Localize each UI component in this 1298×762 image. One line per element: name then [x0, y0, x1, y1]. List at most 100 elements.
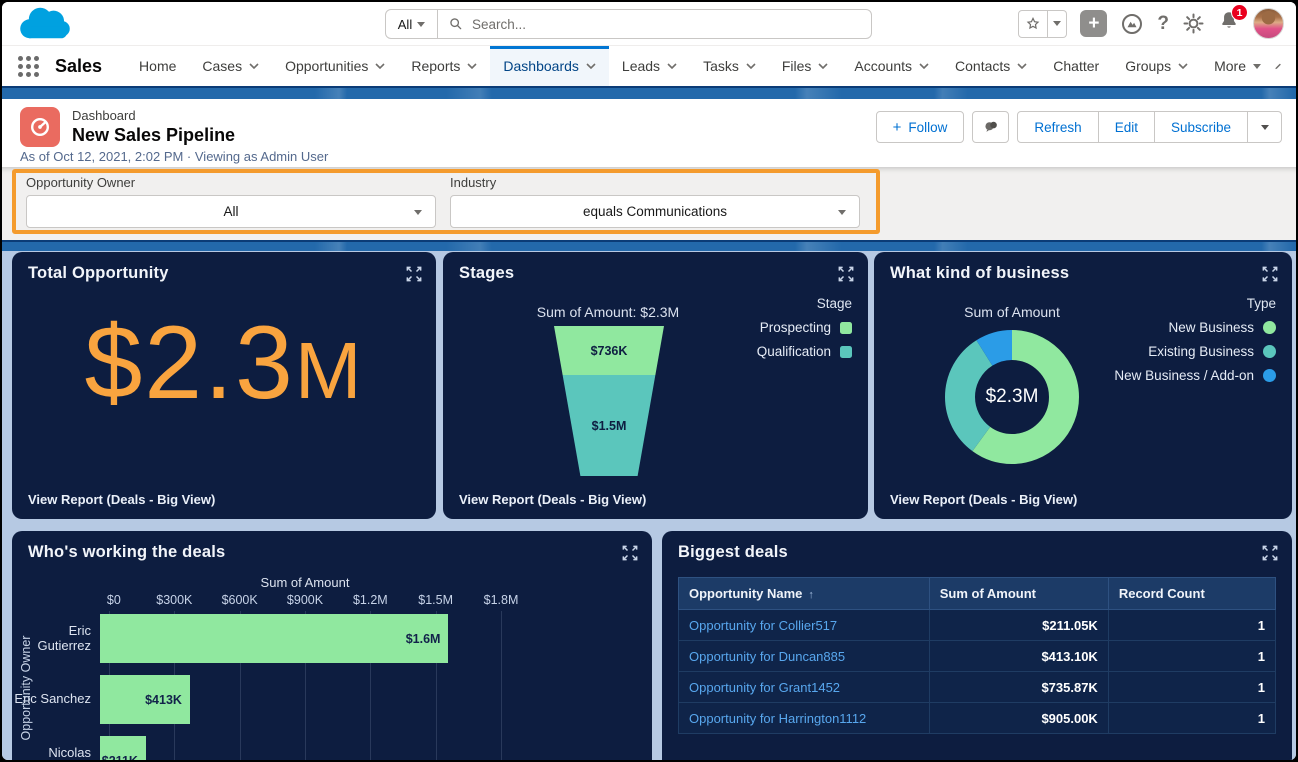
sort-ascending-icon: ↑ [808, 589, 814, 601]
tab-contacts[interactable]: Contacts [942, 46, 1040, 86]
stages-legend: Stage Prospecting Qualification [757, 296, 852, 359]
dashboard-header: Dashboard New Sales Pipeline As of Oct 1… [2, 99, 1296, 167]
opportunity-link[interactable]: Opportunity for Grant1452 [689, 680, 840, 695]
theme-banner [2, 240, 1296, 251]
notification-count-badge: 1 [1231, 4, 1248, 21]
table-row: Opportunity for Collier517 $211.05K 1 [679, 610, 1276, 641]
amount-cell: $905.00K [929, 703, 1108, 734]
tab-cases[interactable]: Cases [189, 46, 272, 86]
notifications-button[interactable]: 1 [1218, 10, 1240, 37]
chatter-feed-button[interactable] [972, 111, 1009, 143]
expand-icon[interactable] [836, 264, 856, 284]
filter-industry: Industry equals Communications [450, 175, 860, 228]
widget-whos-working-the-deals: Who's working the deals Sum of Amount $0… [12, 531, 652, 762]
chevron-down-icon [375, 63, 385, 69]
follow-button[interactable]: + Follow [876, 111, 965, 143]
widget-stages: Stages Sum of Amount: $2.3M $736K $1.5M … [443, 252, 868, 519]
theme-banner [2, 86, 1296, 99]
favorites-dropdown-button[interactable] [1048, 10, 1067, 38]
search-input[interactable] [472, 17, 861, 32]
subscribe-button[interactable]: Subscribe [1155, 111, 1248, 143]
refresh-button[interactable]: Refresh [1017, 111, 1098, 143]
guidance-center-icon[interactable] [1120, 12, 1144, 36]
opportunity-owner-select[interactable]: All [26, 195, 436, 228]
view-report-link[interactable]: View Report (Deals - Big View) [459, 492, 646, 507]
more-actions-button[interactable] [1248, 111, 1282, 143]
opportunity-link[interactable]: Opportunity for Collier517 [689, 618, 837, 633]
widget-total-opportunity: Total Opportunity $2.3M View Report (Dea… [12, 252, 436, 519]
legend-title: Type [1114, 296, 1276, 311]
donut-header: Sum of Amount [912, 304, 1112, 320]
expand-icon[interactable] [1260, 264, 1280, 284]
dashboard-canvas: Total Opportunity $2.3M View Report (Dea… [2, 251, 1296, 760]
tab-chatter[interactable]: Chatter [1040, 46, 1112, 86]
tab-leads[interactable]: Leads [609, 46, 690, 86]
bar-row: Nicolas Weaver $211K [12, 736, 492, 762]
tab-opportunities[interactable]: Opportunities [272, 46, 398, 86]
view-report-link[interactable]: View Report (Deals - Big View) [890, 492, 1077, 507]
salesforce-logo-icon[interactable] [16, 4, 74, 44]
bar-eric-gutierrez[interactable]: $1.6M [100, 614, 448, 663]
expand-icon[interactable] [620, 543, 640, 563]
total-opportunity-metric[interactable]: $2.3M [12, 296, 436, 431]
expand-icon[interactable] [1260, 543, 1280, 563]
x-axis-ticks: $0 $300K $600K $900K $1.2M $1.5M $1.8M [109, 593, 501, 608]
chevron-down-icon [417, 22, 425, 27]
caret-down-icon [838, 210, 846, 215]
setup-gear-icon[interactable] [1182, 12, 1205, 35]
filter-label: Industry [450, 175, 860, 190]
tab-reports[interactable]: Reports [398, 46, 490, 86]
filter-value: All [223, 204, 238, 219]
record-count-cell: 1 [1108, 610, 1275, 641]
chevron-down-icon [586, 63, 596, 69]
legend-item: New Business [1114, 320, 1276, 335]
tab-tasks[interactable]: Tasks [690, 46, 769, 86]
help-icon[interactable]: ? [1157, 13, 1169, 35]
column-header-record-count[interactable]: Record Count [1108, 578, 1275, 610]
industry-select[interactable]: equals Communications [450, 195, 860, 228]
tab-more[interactable]: More [1201, 46, 1274, 86]
business-donut-chart: $2.3M [937, 322, 1087, 472]
bar-eric-sanchez[interactable]: $413K [100, 675, 190, 724]
view-report-link[interactable]: View Report (Deals - Big View) [28, 492, 215, 507]
bar-nicolas-weaver[interactable]: $211K [100, 736, 146, 762]
chevron-down-icon [1053, 21, 1061, 26]
user-avatar[interactable] [1253, 8, 1284, 39]
amount-cell: $211.05K [929, 610, 1108, 641]
search-scope-dropdown[interactable]: All [386, 10, 438, 38]
record-type-label: Dashboard [72, 108, 235, 123]
opportunity-link[interactable]: Opportunity for Duncan885 [689, 649, 845, 664]
favorites-star-button[interactable] [1018, 10, 1048, 38]
funnel-segment-prospecting[interactable]: $736K [554, 326, 664, 375]
edit-button[interactable]: Edit [1099, 111, 1155, 143]
expand-icon[interactable] [404, 264, 424, 284]
edit-nav-pencil-icon[interactable] [1274, 58, 1282, 75]
column-header-sum-of-amount[interactable]: Sum of Amount [929, 578, 1108, 610]
legend-swatch [840, 346, 852, 358]
tab-groups[interactable]: Groups [1112, 46, 1201, 86]
app-window: All + [0, 0, 1298, 762]
record-count-cell: 1 [1108, 672, 1275, 703]
chevron-down-icon [1178, 63, 1188, 69]
quick-create-button[interactable]: + [1080, 10, 1107, 37]
dashboard-button-group: Refresh Edit Subscribe [1017, 111, 1282, 143]
dashboard-title-block: Dashboard New Sales Pipeline [20, 107, 235, 147]
funnel-segment-qualification[interactable]: $1.5M [554, 375, 664, 476]
widget-title: Stages [459, 264, 514, 283]
table-header-row: Opportunity Name↑ Sum of Amount Record C… [679, 578, 1276, 610]
tab-files[interactable]: Files [769, 46, 842, 86]
dashboard-actions: + Follow Refresh Edit Subscribe [876, 111, 1282, 143]
tab-home[interactable]: Home [126, 46, 189, 86]
amount-cell: $735.87K [929, 672, 1108, 703]
filter-opportunity-owner: Opportunity Owner All [26, 175, 436, 228]
filter-value: equals Communications [583, 204, 727, 219]
app-launcher-icon[interactable] [18, 56, 39, 77]
tab-accounts[interactable]: Accounts [841, 46, 942, 86]
x-axis-title: Sum of Amount [109, 575, 501, 590]
caret-down-icon [1253, 64, 1261, 69]
opportunity-link[interactable]: Opportunity for Harrington1112 [689, 711, 866, 726]
caret-down-icon [1261, 125, 1269, 130]
tab-dashboards[interactable]: Dashboards [490, 46, 609, 86]
column-header-opportunity-name[interactable]: Opportunity Name↑ [679, 578, 930, 610]
bar-row: Eric Sanchez $413K [12, 675, 492, 724]
